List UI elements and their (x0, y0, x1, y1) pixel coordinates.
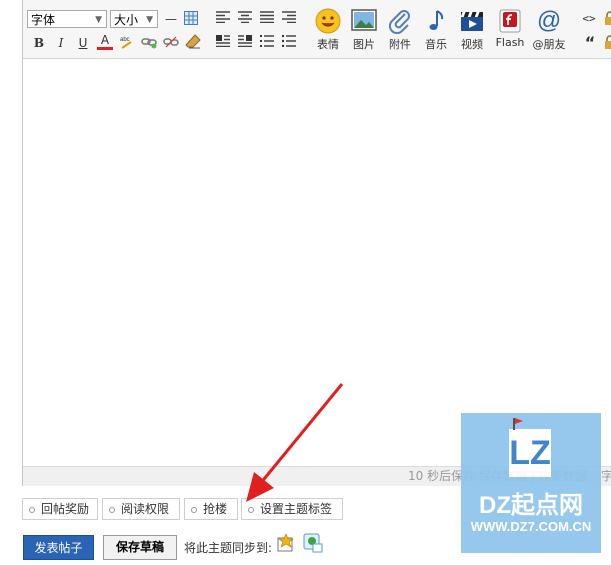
flash-button[interactable]: Flash (490, 8, 530, 49)
tab-reply-reward[interactable]: 回帖奖励 (22, 498, 98, 520)
unlink-icon[interactable] (163, 35, 179, 51)
flash-icon (497, 8, 523, 34)
chevron-down-icon: ▼ (146, 15, 153, 25)
watermark-brand: DZ起点网 (479, 492, 583, 519)
watermark-url: WWW.DZ7.COM.CN (470, 519, 592, 534)
emoji-button[interactable]: 表情 (308, 8, 348, 52)
float-left-icon[interactable] (215, 35, 231, 51)
svg-text:abc: abc (120, 37, 130, 43)
sync-weibo-icon[interactable] (276, 533, 296, 553)
music-button[interactable]: 音乐 (416, 8, 456, 52)
font-size-select[interactable]: 大小 ▼ (110, 10, 158, 28)
music-button-label: 音乐 (425, 38, 447, 51)
font-color-icon[interactable]: A (97, 34, 113, 50)
horizontal-rule-icon[interactable]: — (163, 11, 179, 27)
annotation-arrow (246, 383, 344, 502)
flash-button-label: Flash (495, 36, 525, 49)
watermark-logo: LZ DZ起点网 WWW.DZ7.COM.CN (461, 413, 601, 553)
underline-icon[interactable]: U (75, 35, 91, 51)
attachment-button[interactable]: 附件 (380, 8, 420, 52)
clear-format-icon[interactable] (185, 34, 201, 50)
paperclip-icon (387, 8, 413, 35)
hide-content-icon[interactable] (602, 35, 611, 51)
video-icon (459, 8, 485, 34)
publish-button[interactable]: 发表帖子 (23, 535, 94, 560)
tab-label: 阅读权限 (121, 502, 170, 516)
char-count: 字 (601, 469, 611, 483)
italic-icon[interactable]: I (53, 35, 69, 51)
mention-button[interactable]: @ @朋友 (529, 8, 569, 52)
editor-toolbar: 字体 ▼ 大小 ▼ — B I U A abc 表情 图片 附件 音乐 视频 F… (23, 0, 611, 59)
tab-label: 抢楼 (203, 502, 228, 516)
align-left-icon[interactable] (215, 11, 231, 27)
bullet-icon (29, 506, 35, 513)
bold-icon[interactable]: B (31, 35, 47, 51)
unordered-list-icon[interactable] (281, 34, 297, 51)
sync-label: 将此主题同步到: (184, 541, 273, 555)
video-button-label: 视频 (461, 38, 483, 51)
image-icon (351, 8, 377, 34)
sync-qq-icon[interactable] (303, 533, 323, 553)
chevron-down-icon: ▼ (95, 15, 102, 25)
attachment-button-label: 附件 (389, 38, 411, 51)
ordered-list-icon[interactable] (259, 35, 275, 51)
smiley-icon (315, 8, 341, 34)
watermark-logo-text: LZ (509, 434, 551, 472)
emoji-button-label: 表情 (317, 38, 339, 51)
mention-button-label: @朋友 (532, 38, 566, 51)
bullet-icon (191, 506, 197, 513)
link-icon[interactable] (141, 35, 157, 51)
align-justify-icon[interactable] (259, 11, 275, 27)
lock-icon[interactable] (602, 11, 611, 27)
image-button[interactable]: 图片 (344, 8, 384, 52)
video-button[interactable]: 视频 (452, 8, 492, 52)
table-icon[interactable] (183, 11, 199, 27)
font-family-select[interactable]: 字体 ▼ (27, 10, 107, 28)
align-center-icon[interactable] (237, 11, 253, 27)
font-size-value: 大小 (114, 13, 139, 27)
tab-read-permission[interactable]: 阅读权限 (102, 498, 180, 520)
bullet-icon (109, 506, 115, 513)
spellcheck-icon[interactable]: abc (119, 34, 135, 50)
at-icon: @ (536, 7, 562, 34)
tab-label: 回帖奖励 (41, 502, 90, 516)
image-button-label: 图片 (353, 38, 375, 51)
music-note-icon (423, 8, 449, 34)
font-family-value: 字体 (31, 13, 56, 27)
align-right-icon[interactable] (281, 11, 297, 27)
code-icon[interactable]: <> (578, 11, 600, 27)
save-draft-button[interactable]: 保存草稿 (103, 535, 177, 560)
quote-icon[interactable]: “ (582, 35, 598, 51)
float-right-icon[interactable] (237, 35, 253, 51)
